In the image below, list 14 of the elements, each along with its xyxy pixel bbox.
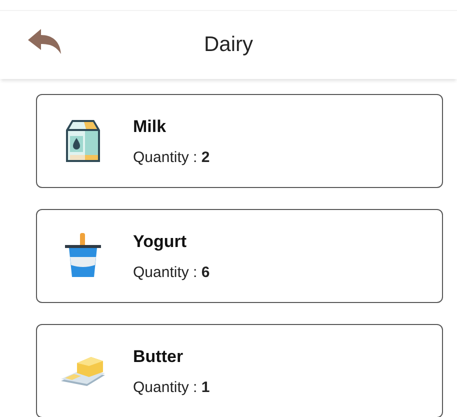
back-arrow-icon: [28, 29, 62, 55]
product-card[interactable]: Butter Quantity : 1: [36, 324, 443, 417]
milk-carton-icon: [64, 119, 102, 163]
quantity-text: Quantity : 6: [133, 264, 210, 280]
page-title: Dairy: [204, 33, 253, 57]
product-name: Butter: [133, 346, 184, 366]
yogurt-cup-icon: [63, 233, 103, 279]
product-name: Milk: [133, 116, 168, 136]
product-name: Yogurt: [133, 232, 188, 252]
back-button[interactable]: [28, 29, 62, 55]
quantity-text: Quantity : 1: [133, 378, 210, 396]
quantity-text: Quantity : 2: [133, 148, 210, 166]
product-card[interactable]: Milk Quantity : 2: [36, 94, 443, 188]
product-card[interactable]: Yogurt Quantity : 6: [36, 209, 443, 303]
